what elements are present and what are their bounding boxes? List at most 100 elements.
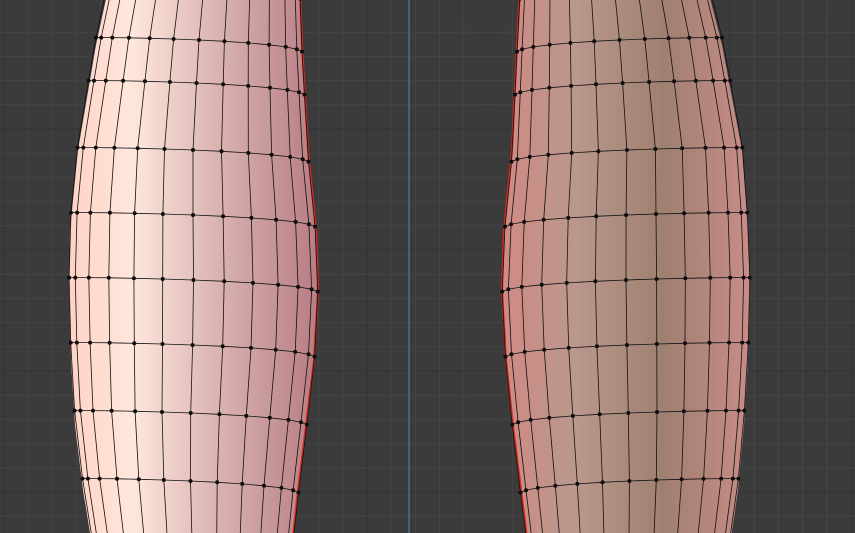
mesh-vertex[interactable] bbox=[566, 215, 571, 220]
mesh-vertex[interactable] bbox=[222, 39, 227, 44]
mesh-vertex[interactable] bbox=[705, 408, 710, 413]
mesh-vertex[interactable] bbox=[215, 480, 220, 485]
mesh-vertex[interactable] bbox=[240, 481, 245, 486]
mesh-vertex[interactable] bbox=[503, 354, 508, 359]
mesh-vertex[interactable] bbox=[575, 481, 580, 486]
mesh-vertex[interactable] bbox=[553, 483, 558, 488]
mesh-vertex[interactable] bbox=[594, 214, 599, 219]
mesh-vertex[interactable] bbox=[267, 42, 272, 47]
mesh-vertex[interactable] bbox=[745, 210, 750, 215]
mesh-vertex[interactable] bbox=[513, 92, 517, 97]
mesh-vertex[interactable] bbox=[293, 219, 298, 224]
mesh-vertex[interactable] bbox=[219, 149, 224, 154]
mesh-vertex[interactable] bbox=[93, 145, 98, 150]
mesh-vertex[interactable] bbox=[315, 289, 320, 294]
mesh-vertex[interactable] bbox=[300, 49, 304, 54]
mesh-vertex[interactable] bbox=[306, 222, 311, 227]
mesh-vertex[interactable] bbox=[530, 87, 534, 92]
mesh-vertex[interactable] bbox=[99, 35, 104, 40]
mesh-vertex[interactable] bbox=[681, 409, 686, 414]
mesh-vertex[interactable] bbox=[246, 40, 251, 45]
mesh-vertex[interactable] bbox=[133, 409, 138, 414]
mesh-vertex[interactable] bbox=[135, 146, 140, 151]
mesh-vertex[interactable] bbox=[594, 344, 599, 349]
mesh-vertex[interactable] bbox=[707, 340, 712, 345]
mesh-vertex[interactable] bbox=[594, 82, 598, 87]
mesh-vertex[interactable] bbox=[217, 412, 222, 417]
mesh-vertex[interactable] bbox=[627, 479, 632, 483]
mesh-vertex[interactable] bbox=[570, 413, 575, 418]
mesh-vertex[interactable] bbox=[161, 478, 166, 482]
mesh-vertex[interactable] bbox=[88, 210, 93, 215]
mesh-vertex[interactable] bbox=[742, 408, 747, 413]
mesh-vertex[interactable] bbox=[593, 279, 598, 284]
mesh-vertex[interactable] bbox=[296, 490, 301, 495]
mesh-vertex[interactable] bbox=[244, 413, 249, 418]
mesh-vertex[interactable] bbox=[503, 224, 507, 229]
mesh-vertex[interactable] bbox=[510, 422, 515, 427]
mesh-vertex[interactable] bbox=[121, 78, 126, 83]
mesh-vertex[interactable] bbox=[276, 282, 281, 287]
mesh-vertex[interactable] bbox=[299, 420, 303, 425]
mesh-vertex[interactable] bbox=[80, 476, 85, 481]
mesh-vertex[interactable] bbox=[74, 340, 79, 345]
mesh-vertex[interactable] bbox=[728, 78, 733, 83]
mesh-vertex[interactable] bbox=[269, 152, 274, 157]
mesh-vertex[interactable] bbox=[722, 145, 727, 150]
mesh-vertex[interactable] bbox=[267, 415, 272, 420]
mesh-vertex[interactable] bbox=[160, 212, 165, 216]
mesh-vertex[interactable] bbox=[672, 79, 677, 84]
mesh-vertex[interactable] bbox=[597, 412, 602, 417]
mesh-vertex[interactable] bbox=[221, 214, 226, 219]
mesh-vertex[interactable] bbox=[91, 408, 95, 413]
mesh-vertex[interactable] bbox=[197, 38, 201, 42]
mesh-vertex[interactable] bbox=[304, 422, 309, 427]
mesh-vertex[interactable] bbox=[734, 145, 739, 150]
mesh-vertex[interactable] bbox=[592, 39, 597, 44]
mesh-vertex[interactable] bbox=[221, 82, 226, 87]
mesh-vertex[interactable] bbox=[727, 340, 731, 345]
mesh-vertex[interactable] bbox=[293, 349, 298, 354]
mesh-vertex[interactable] bbox=[188, 411, 193, 415]
mesh-vertex[interactable] bbox=[88, 340, 93, 345]
mesh-vertex[interactable] bbox=[107, 210, 112, 215]
mesh-vertex[interactable] bbox=[132, 211, 137, 216]
mesh-vertex[interactable] bbox=[68, 340, 73, 345]
mesh-vertex[interactable] bbox=[528, 417, 533, 422]
mesh-vertex[interactable] bbox=[730, 476, 735, 481]
mesh-vertex[interactable] bbox=[188, 479, 193, 483]
mesh-vertex[interactable] bbox=[736, 408, 741, 413]
mesh-vertex[interactable] bbox=[706, 210, 711, 215]
mesh-vertex[interactable] bbox=[736, 476, 741, 481]
mesh-vertex[interactable] bbox=[620, 81, 625, 85]
mesh-vertex[interactable] bbox=[518, 90, 523, 95]
mesh-vertex[interactable] bbox=[251, 280, 255, 285]
mesh-vertex[interactable] bbox=[720, 35, 724, 40]
mesh-vertex[interactable] bbox=[160, 342, 165, 346]
mesh-vertex[interactable] bbox=[739, 210, 744, 215]
mesh-vertex[interactable] bbox=[566, 345, 571, 350]
mesh-vertex[interactable] bbox=[73, 275, 78, 280]
mesh-vertex[interactable] bbox=[703, 145, 708, 150]
mesh-vertex[interactable] bbox=[162, 147, 167, 151]
mesh-vertex[interactable] bbox=[75, 210, 80, 215]
mesh-vertex[interactable] bbox=[516, 420, 521, 425]
mesh-vertex[interactable] bbox=[115, 476, 119, 481]
mesh-vertex[interactable] bbox=[542, 347, 547, 352]
mesh-vertex[interactable] bbox=[500, 289, 505, 294]
right-mesh[interactable] bbox=[500, 0, 752, 533]
mesh-vertex[interactable] bbox=[714, 35, 719, 40]
mesh-vertex[interactable] bbox=[78, 408, 83, 413]
mesh-vertex[interactable] bbox=[711, 78, 716, 83]
mesh-vertex[interactable] bbox=[693, 78, 698, 83]
mesh-vertex[interactable] bbox=[624, 148, 629, 152]
mesh-vertex[interactable] bbox=[547, 85, 552, 90]
mesh-vertex[interactable] bbox=[506, 287, 511, 292]
mesh-vertex[interactable] bbox=[296, 284, 301, 289]
mesh-vertex[interactable] bbox=[191, 148, 195, 152]
mesh-vertex[interactable] bbox=[624, 343, 629, 347]
mesh-vertex[interactable] bbox=[703, 35, 708, 40]
mesh-vertex[interactable] bbox=[535, 485, 540, 490]
mesh-vertex[interactable] bbox=[568, 40, 573, 45]
mesh-vertex[interactable] bbox=[624, 213, 629, 217]
